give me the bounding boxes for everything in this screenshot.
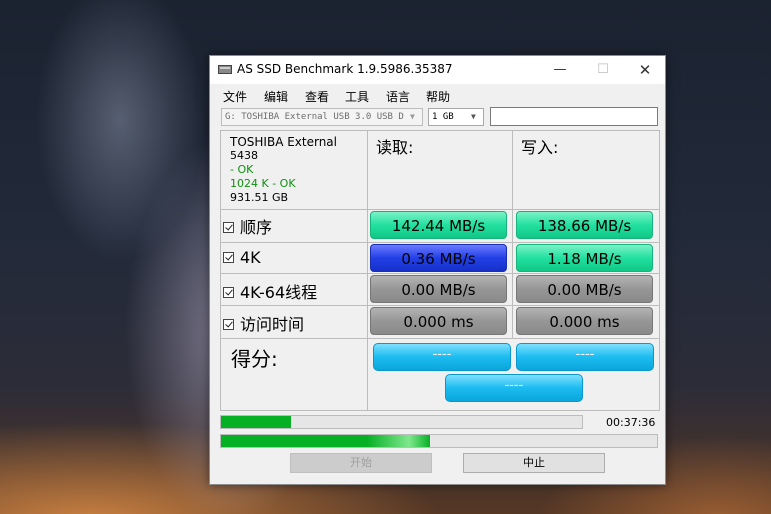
elapsed-time: 00:37:36 xyxy=(606,416,656,429)
grid-right xyxy=(659,130,660,411)
4k-read-result: 0.36 MB/s xyxy=(370,244,507,272)
window-title: AS SSD Benchmark 1.9.5986.35387 xyxy=(237,62,453,76)
grid-top xyxy=(220,130,660,131)
maximize-button[interactable]: ☐ xyxy=(583,56,623,84)
seq-read-result: 142.44 MB/s xyxy=(370,211,507,239)
chevron-down-icon: ▼ xyxy=(471,112,476,121)
menu-language[interactable]: 语言 xyxy=(386,88,410,105)
drive-select[interactable]: G: TOSHIBA External USB 3.0 USB D ▼ xyxy=(221,108,423,126)
read-header: 读取: xyxy=(376,138,414,157)
grid-row1 xyxy=(220,209,660,210)
drive-firmware: 5438 xyxy=(230,149,258,162)
grid-row3 xyxy=(220,273,660,274)
seq-write-result: 138.66 MB/s xyxy=(516,211,653,239)
menu-help[interactable]: 帮助 xyxy=(426,88,450,105)
4k64-read-result: 0.00 MB/s xyxy=(370,275,507,303)
test-label-4k64: 4K-64线程 xyxy=(240,283,318,302)
title-bar[interactable]: AS SSD Benchmark 1.9.5986.35387 — ☐ ✕ xyxy=(210,56,665,84)
menu-edit[interactable]: 编辑 xyxy=(264,88,288,105)
access-write-result: 0.000 ms xyxy=(516,307,653,335)
grid-row4 xyxy=(220,305,660,306)
checkbox-seq[interactable] xyxy=(223,222,234,233)
drive-select-value: G: TOSHIBA External USB 3.0 USB D xyxy=(225,112,404,122)
overall-progress-bar xyxy=(220,434,658,448)
checkbox-access[interactable] xyxy=(223,319,234,330)
test-row-4k[interactable]: 4K xyxy=(223,248,261,267)
minimize-button[interactable]: — xyxy=(540,56,580,84)
text-input[interactable] xyxy=(490,107,658,126)
start-button[interactable]: 开始 xyxy=(290,453,432,473)
test-row-seq[interactable]: 顺序 xyxy=(223,214,272,238)
score-write: ---- xyxy=(516,343,654,371)
alignment-status: - OK xyxy=(230,163,254,176)
test-label-4k: 4K xyxy=(240,248,261,267)
close-button[interactable]: ✕ xyxy=(625,56,665,84)
as-ssd-window: AS SSD Benchmark 1.9.5986.35387 — ☐ ✕ 文件… xyxy=(209,55,666,485)
score-read: ---- xyxy=(373,343,511,371)
write-header: 写入: xyxy=(521,138,559,157)
abort-button[interactable]: 中止 xyxy=(463,453,605,473)
access-read-result: 0.000 ms xyxy=(370,307,507,335)
test-row-access[interactable]: 访问时间 xyxy=(223,311,304,335)
4k-write-result: 1.18 MB/s xyxy=(516,244,653,272)
test-label-seq: 顺序 xyxy=(240,218,273,237)
grid-row5 xyxy=(220,338,660,339)
score-total: ---- xyxy=(445,374,583,402)
menu-tools[interactable]: 工具 xyxy=(345,88,369,105)
overall-progress-fill xyxy=(221,435,431,447)
score-label: 得分: xyxy=(231,347,278,371)
grid-col2 xyxy=(512,130,513,338)
test-row-4k64[interactable]: 4K-64线程 xyxy=(223,279,317,303)
drive-info: TOSHIBA External 5438 - OK 1024 K - OK 9… xyxy=(230,135,337,205)
chevron-down-icon: ▼ xyxy=(410,112,415,121)
drive-name: TOSHIBA External xyxy=(230,135,337,149)
drive-capacity: 931.51 GB xyxy=(230,191,289,204)
block-status: 1024 K - OK xyxy=(230,177,296,190)
checkbox-4k[interactable] xyxy=(223,252,234,263)
test-label-access: 访问时间 xyxy=(240,315,305,334)
grid-col1 xyxy=(367,130,368,411)
test-size-value: 1 GB xyxy=(432,112,454,122)
grid-bottom xyxy=(220,410,660,411)
test-size-select[interactable]: 1 GB ▼ xyxy=(428,108,484,126)
current-progress-fill xyxy=(221,416,292,428)
grid-row2 xyxy=(220,242,660,243)
checkbox-4k64[interactable] xyxy=(223,287,234,298)
app-icon xyxy=(218,65,232,74)
menu-bar: 文件 编辑 查看 工具 语言 帮助 xyxy=(210,85,665,105)
current-progress-bar xyxy=(220,415,583,429)
grid-left xyxy=(220,130,221,411)
menu-view[interactable]: 查看 xyxy=(305,88,329,105)
menu-file[interactable]: 文件 xyxy=(223,88,247,105)
4k64-write-result: 0.00 MB/s xyxy=(516,275,653,303)
